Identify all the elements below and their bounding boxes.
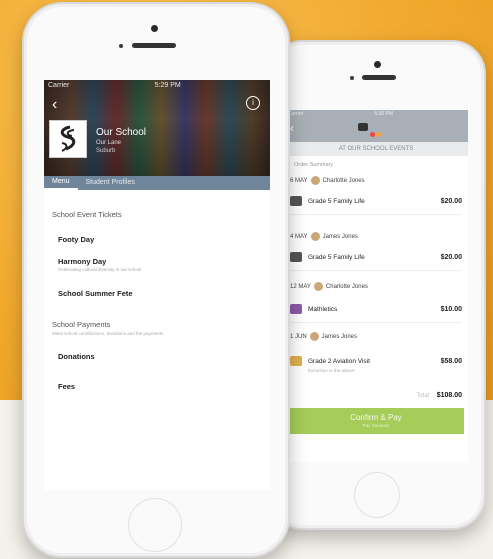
cart-person: James Jones	[321, 333, 358, 340]
cart-item-name: Mathletics	[308, 305, 338, 313]
cart-heading: Order Summary	[294, 162, 334, 168]
back-arrow-icon[interactable]: ‹	[52, 96, 57, 114]
tab-bar: Menu Student Profiles	[44, 176, 270, 190]
tab-menu[interactable]: Menu	[44, 176, 78, 190]
school-name: Our School	[96, 127, 147, 138]
carrier-label: Carrier	[288, 111, 304, 117]
confirm-pay-subtitle: Pay Securely	[362, 423, 390, 428]
mathletics-icon	[290, 304, 302, 314]
cart-group-header: 4 MAY James Jones	[290, 232, 358, 241]
cart-date: 12 MAY	[290, 283, 311, 290]
cart-date: 1 JUN	[290, 333, 307, 340]
total-label: Total	[416, 393, 430, 399]
payment-logo-icon	[370, 124, 390, 137]
cart-group-header: 6 MAY Charlotte Jones	[290, 176, 365, 185]
sensor-dot	[350, 76, 354, 80]
cart-item-price: $20.00	[440, 197, 462, 205]
phone-cart: Carrier 5:30 PM ‹ AT OUR SCHOOL EVENTS O…	[268, 40, 486, 530]
cart-item-name: Grade 5 Family Life	[308, 197, 365, 205]
menu-screen: Carrier 5:29 PM ‹ i Our School Our Lane …	[44, 80, 270, 490]
aviation-icon	[290, 356, 302, 366]
section-subtitle: Make school contributions, donations and…	[52, 331, 164, 336]
earpiece	[362, 75, 396, 80]
student-avatar-icon	[313, 282, 323, 291]
menu-item-subtitle: Celebrating cultural diversity in our sc…	[58, 267, 142, 272]
student-avatar-icon	[309, 332, 319, 341]
menu-item-fees[interactable]: Fees	[58, 382, 75, 391]
confirm-pay-button[interactable]: Confirm & Pay Pay Securely	[288, 408, 464, 434]
cart-item[interactable]: Mathletics $10.00	[290, 304, 462, 314]
cart-subheader: AT OUR SCHOOL EVENTS	[284, 142, 468, 156]
carrier-label: Carrier	[48, 82, 70, 89]
cart-item-price: $58.00	[440, 357, 462, 365]
family-icon	[290, 252, 302, 262]
cart-person: Charlotte Jones	[322, 177, 365, 184]
confirm-pay-label: Confirm & Pay	[350, 413, 402, 422]
clock-label: 5:29 PM	[154, 82, 181, 89]
school-logo-icon	[49, 120, 87, 158]
cart-person: Charlotte Jones	[325, 283, 368, 290]
camera-icon	[374, 61, 381, 68]
sensor-dot	[119, 44, 123, 48]
cart-total: Total $108.00	[290, 392, 462, 399]
total-value: $108.00	[436, 392, 462, 399]
cart-date: 4 MAY	[290, 233, 308, 240]
cart-item-subtitle: Excursion to the airport	[308, 368, 355, 373]
cart-item-price: $20.00	[440, 253, 462, 261]
family-icon	[290, 196, 302, 206]
menu-item-donations[interactable]: Donations	[58, 352, 95, 361]
info-icon[interactable]: i	[246, 96, 260, 110]
section-school-payments: School Payments	[52, 320, 111, 329]
app-logo-icon	[358, 123, 368, 131]
tab-student-profiles[interactable]: Student Profiles	[78, 176, 143, 190]
phone-menu: Carrier 5:29 PM ‹ i Our School Our Lane …	[22, 2, 290, 558]
camera-icon	[151, 25, 158, 32]
cart-group-header: 12 MAY Charlotte Jones	[290, 282, 368, 291]
student-avatar-icon	[310, 176, 320, 185]
home-button[interactable]	[354, 472, 400, 518]
divider	[290, 322, 462, 323]
earpiece	[132, 43, 176, 48]
cart-item[interactable]: Grade 2 Aviation Visit $58.00	[290, 356, 462, 366]
cart-item[interactable]: Grade 5 Family Life $20.00	[290, 196, 462, 206]
home-button[interactable]	[128, 498, 182, 552]
cart-header: Carrier 5:30 PM ‹	[284, 110, 468, 142]
status-bar: Carrier 5:30 PM	[288, 111, 464, 117]
cart-item-price: $10.00	[440, 305, 462, 313]
cart-item-name: Grade 5 Family Life	[308, 253, 365, 261]
cart-group-header: 1 JUN James Jones	[290, 332, 357, 341]
school-address: Our Lane	[96, 140, 122, 146]
school-suburb: Suburb	[96, 148, 116, 154]
section-event-tickets: School Event Tickets	[52, 210, 122, 219]
cart-item[interactable]: Grade 5 Family Life $20.00	[290, 252, 462, 262]
menu-item-footy-day[interactable]: Footy Day	[58, 235, 94, 244]
cart-person: James Jones	[322, 233, 358, 240]
divider	[290, 214, 462, 215]
status-bar: Carrier 5:29 PM	[48, 82, 266, 92]
cart-screen: Carrier 5:30 PM ‹ AT OUR SCHOOL EVENTS O…	[284, 110, 468, 462]
divider	[290, 270, 462, 271]
back-arrow-icon[interactable]: ‹	[290, 121, 294, 135]
cart-date: 6 MAY	[290, 177, 308, 184]
cart-item-name: Grade 2 Aviation Visit	[308, 357, 370, 365]
menu-item-summer-fete[interactable]: School Summer Fete	[58, 289, 133, 298]
student-avatar-icon	[310, 232, 320, 241]
clock-label: 5:30 PM	[374, 111, 393, 117]
menu-item-harmony-day[interactable]: Harmony Day	[58, 257, 106, 266]
